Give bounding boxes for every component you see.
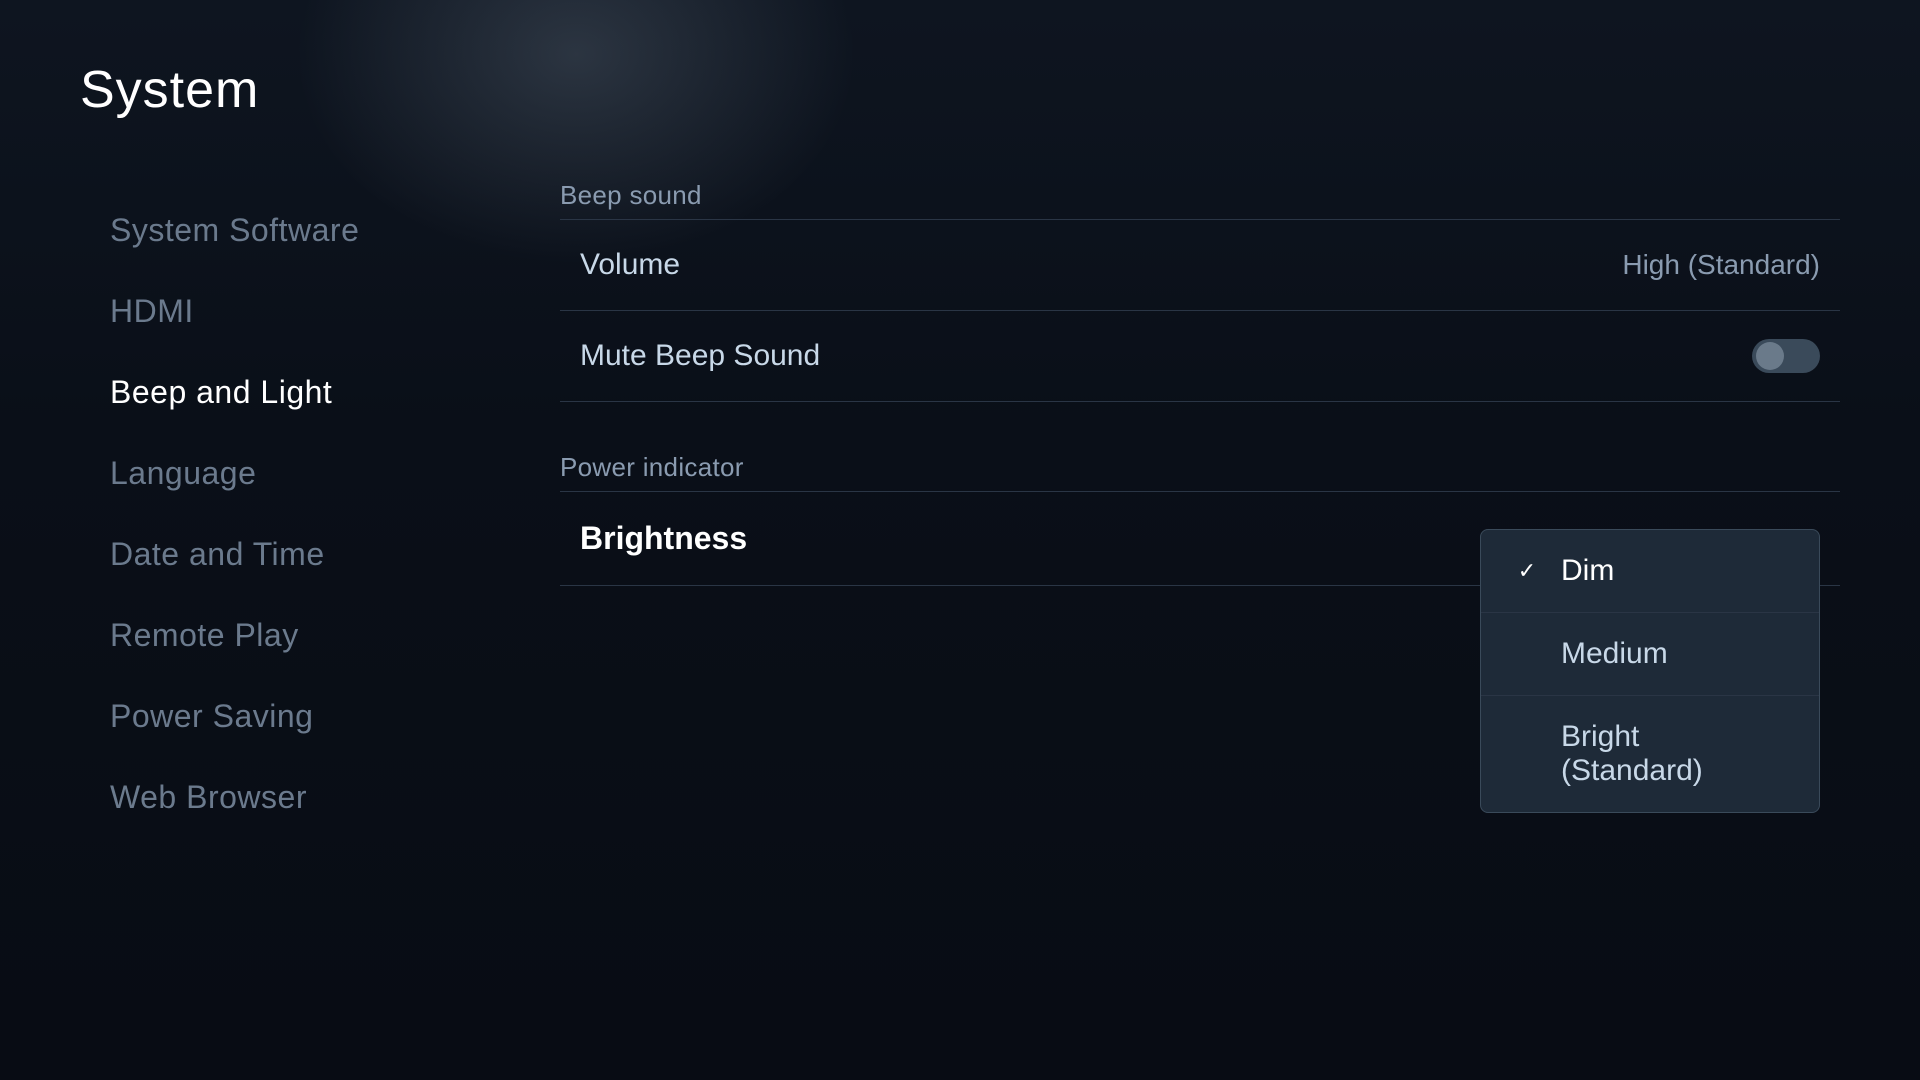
no-check-placeholder-2	[1513, 740, 1541, 768]
beep-sound-label: Beep sound	[560, 180, 1840, 211]
page-title: System	[80, 60, 1840, 120]
brightness-label: Brightness	[580, 520, 747, 557]
main-content: Beep sound Volume High (Standard) Mute B…	[500, 180, 1840, 1020]
beep-sound-section: Beep sound Volume High (Standard) Mute B…	[560, 180, 1840, 402]
sidebar-item-beep-and-light[interactable]: Beep and Light	[80, 352, 500, 433]
power-indicator-settings-list: Brightness ✓ Dim	[560, 491, 1840, 586]
dropdown-option-medium[interactable]: Medium	[1481, 613, 1819, 696]
sidebar-item-language[interactable]: Language	[80, 433, 500, 514]
sidebar-item-power-saving[interactable]: Power Saving	[80, 676, 500, 757]
brightness-dropdown-menu[interactable]: ✓ Dim Medium	[1480, 529, 1820, 813]
mute-beep-row[interactable]: Mute Beep Sound	[560, 311, 1840, 402]
toggle-knob	[1756, 342, 1784, 370]
power-indicator-label: Power indicator	[560, 452, 1840, 483]
sidebar-item-system-software[interactable]: System Software	[80, 190, 500, 271]
volume-value: High (Standard)	[1622, 249, 1820, 281]
volume-row[interactable]: Volume High (Standard)	[560, 220, 1840, 311]
sidebar: System Software HDMI Beep and Light Lang…	[80, 180, 500, 1020]
power-indicator-section: Power indicator Brightness ✓ Dim	[560, 452, 1840, 586]
dropdown-option-bright-standard-label: Bright (Standard)	[1561, 720, 1787, 788]
dropdown-option-dim[interactable]: ✓ Dim	[1481, 530, 1819, 613]
sidebar-item-hdmi[interactable]: HDMI	[80, 271, 500, 352]
no-check-placeholder	[1513, 640, 1541, 668]
sidebar-item-web-browser[interactable]: Web Browser	[80, 757, 500, 838]
sidebar-item-date-and-time[interactable]: Date and Time	[80, 514, 500, 595]
dropdown-option-bright-standard[interactable]: Bright (Standard)	[1481, 696, 1819, 812]
dropdown-option-dim-label: Dim	[1561, 554, 1614, 588]
mute-beep-toggle[interactable]	[1752, 339, 1820, 373]
checkmark-icon: ✓	[1513, 557, 1541, 585]
volume-label: Volume	[580, 248, 680, 282]
brightness-row[interactable]: Brightness ✓ Dim	[560, 492, 1840, 586]
sidebar-item-remote-play[interactable]: Remote Play	[80, 595, 500, 676]
mute-beep-label: Mute Beep Sound	[580, 339, 820, 373]
beep-sound-settings-list: Volume High (Standard) Mute Beep Sound	[560, 219, 1840, 402]
dropdown-option-medium-label: Medium	[1561, 637, 1668, 671]
